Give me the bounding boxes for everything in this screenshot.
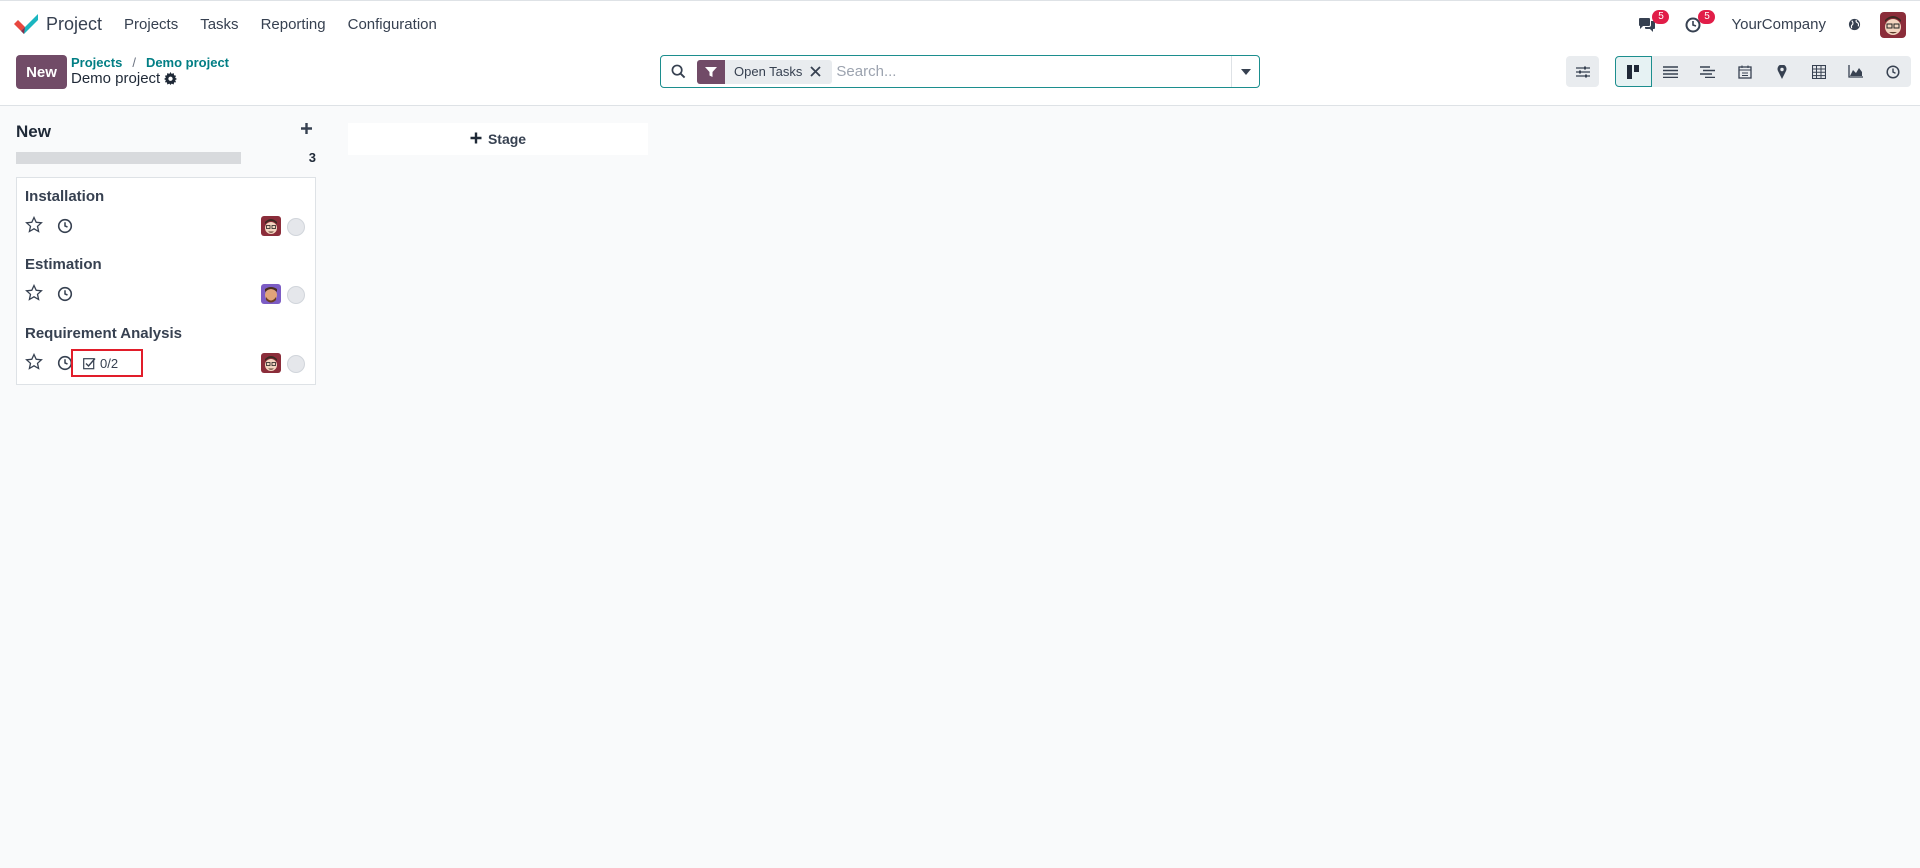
globe-icon	[1848, 18, 1860, 31]
add-stage-button[interactable]: Stage	[348, 123, 648, 155]
kanban-state-indicator[interactable]	[287, 355, 305, 373]
clock-icon	[1885, 64, 1900, 79]
view-list-button[interactable]	[1652, 56, 1689, 87]
star-icon[interactable]	[25, 216, 43, 234]
subtasks-count: 0/2	[100, 355, 119, 371]
add-stage-label: Stage	[487, 131, 527, 147]
messages-button[interactable]: 5	[1635, 9, 1670, 37]
plus-icon	[470, 129, 482, 149]
project-logo-icon	[14, 14, 38, 34]
new-button[interactable]: New	[16, 55, 67, 89]
user-avatar-image	[1880, 11, 1906, 38]
website-button[interactable]	[1842, 13, 1866, 37]
systray: 5 5 YourCompany	[1635, 1, 1920, 48]
view-kanban-button[interactable]	[1615, 56, 1652, 87]
breadcrumb-separator: /	[132, 55, 136, 70]
kanban-column-header: New	[16, 122, 316, 146]
search-bar: Open Tasks	[660, 55, 1260, 88]
company-switcher[interactable]: YourCompany	[1731, 16, 1826, 33]
current-record: Demo project	[71, 70, 178, 87]
menu-item-reporting[interactable]: Reporting	[261, 16, 326, 33]
menu-item-projects[interactable]: Projects	[124, 16, 178, 33]
assignee-avatar[interactable]	[261, 353, 281, 373]
column-progress-bar[interactable]	[16, 152, 241, 164]
pivot-table-icon	[1811, 64, 1826, 79]
gantt-icon	[1700, 65, 1715, 78]
card-title: Installation	[25, 188, 105, 205]
map-pin-icon	[1777, 64, 1786, 79]
card-title: Requirement Analysis	[25, 325, 182, 342]
user-avatar[interactable]	[1880, 11, 1906, 38]
assignee-avatar[interactable]	[261, 284, 281, 304]
view-calendar-button[interactable]	[1726, 56, 1763, 87]
breadcrumb: Projects / Demo project	[71, 55, 229, 70]
page-title: Demo project	[71, 70, 161, 87]
area-chart-icon	[1848, 65, 1863, 78]
messages-count-badge: 5	[1652, 9, 1670, 24]
activity-clock-icon[interactable]	[57, 218, 73, 234]
star-icon[interactable]	[25, 353, 43, 371]
kanban-card[interactable]: Requirement Analysis 0/2	[16, 315, 316, 385]
caret-down-icon	[1240, 68, 1251, 75]
view-settings-button[interactable]	[1566, 56, 1599, 87]
quick-create-icon[interactable]	[300, 122, 316, 138]
star-icon[interactable]	[25, 284, 43, 302]
assignee-avatar[interactable]	[261, 216, 281, 236]
column-record-count: 3	[308, 150, 316, 165]
menu-item-tasks[interactable]: Tasks	[200, 16, 238, 33]
view-map-button[interactable]	[1763, 56, 1800, 87]
close-icon[interactable]	[810, 66, 824, 77]
card-title: Estimation	[25, 256, 102, 273]
subtasks-counter[interactable]: 0/2	[71, 349, 143, 377]
kanban-icon	[1626, 64, 1639, 79]
activities-button[interactable]: 5	[1681, 9, 1716, 37]
top-navbar: Project Projects Tasks Reporting Configu…	[0, 0, 1920, 47]
list-icon	[1663, 65, 1678, 78]
search-facet: Open Tasks	[697, 59, 833, 84]
kanban-state-indicator[interactable]	[287, 218, 305, 236]
kanban-card[interactable]: Installation	[16, 177, 316, 247]
breadcrumb-projects[interactable]: Projects	[71, 55, 122, 70]
filter-icon	[697, 59, 725, 84]
kanban-state-indicator[interactable]	[287, 286, 305, 304]
control-panel: New Projects / Demo project Demo project…	[0, 47, 1920, 106]
view-pivot-button[interactable]	[1800, 56, 1837, 87]
column-title[interactable]: New	[16, 122, 51, 142]
view-graph-button[interactable]	[1837, 56, 1874, 87]
main-menu: Projects Tasks Reporting Configuration	[124, 16, 459, 33]
breadcrumb-demo-project[interactable]: Demo project	[146, 55, 229, 70]
view-gantt-button[interactable]	[1689, 56, 1726, 87]
search-input[interactable]	[836, 57, 1231, 86]
app-brand[interactable]: Project	[13, 1, 102, 47]
checkbox-icon	[83, 357, 96, 370]
view-switcher	[1615, 56, 1911, 87]
activities-count-badge: 5	[1698, 9, 1716, 24]
search-options-toggle[interactable]	[1231, 56, 1259, 87]
activity-clock-icon[interactable]	[57, 286, 73, 302]
app-name: Project	[46, 13, 103, 34]
kanban-card[interactable]: Estimation	[16, 246, 316, 316]
facet-label: Open Tasks	[734, 64, 803, 79]
search-icon	[671, 64, 687, 80]
sliders-icon	[1575, 66, 1590, 77]
menu-item-configuration[interactable]: Configuration	[348, 16, 437, 33]
gear-icon[interactable]	[164, 72, 178, 85]
calendar-icon	[1737, 65, 1752, 79]
view-activity-button[interactable]	[1874, 56, 1911, 87]
